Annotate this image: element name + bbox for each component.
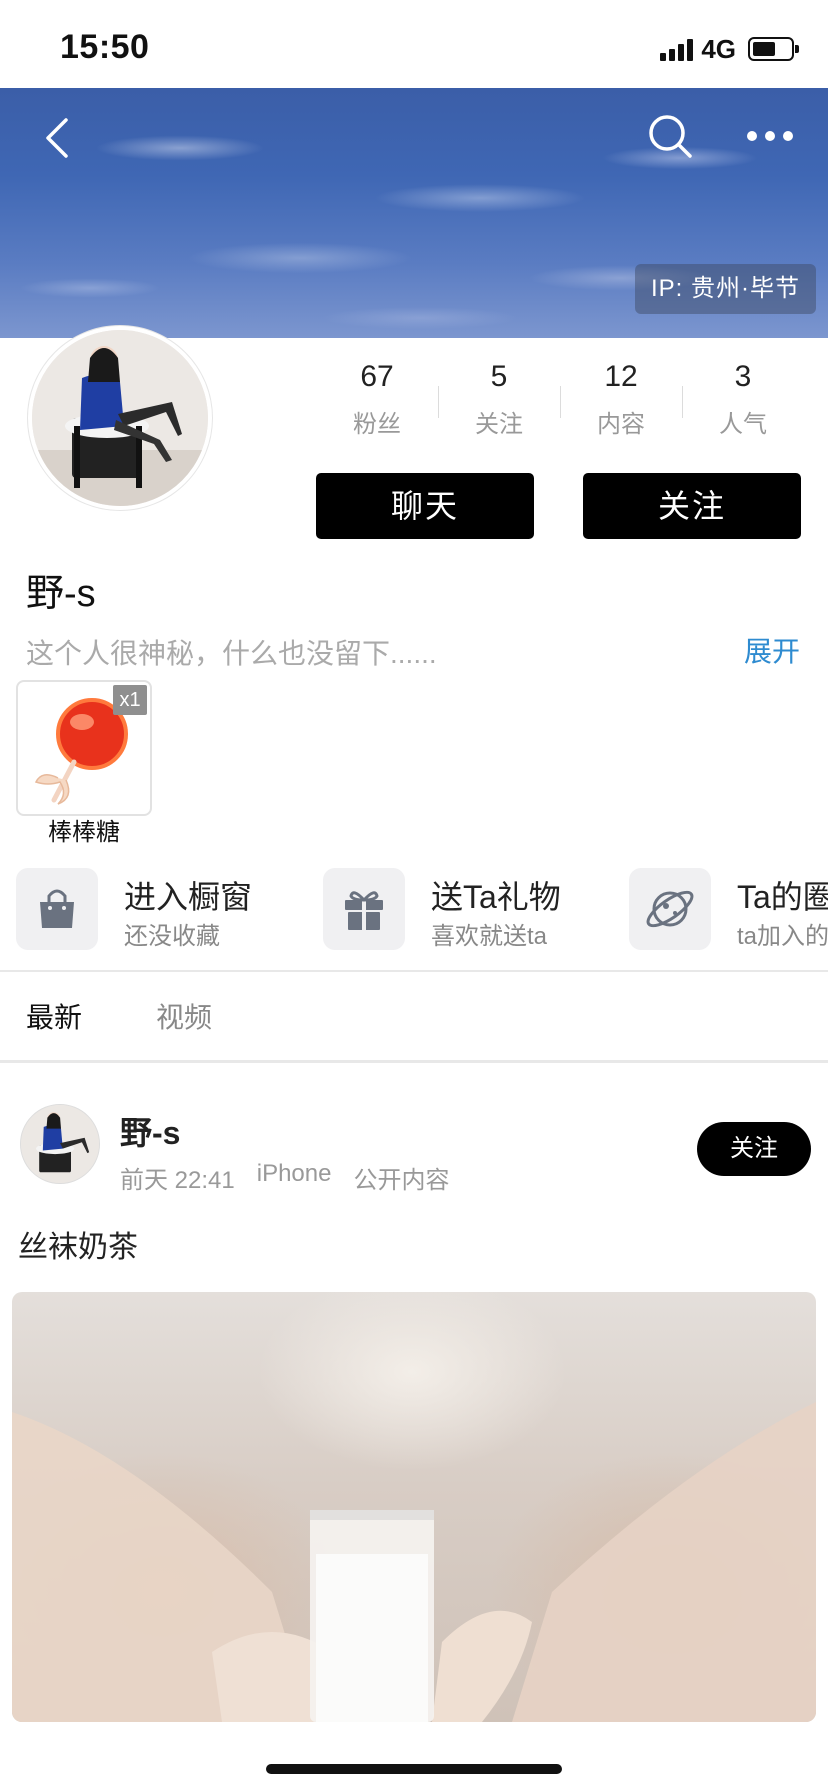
post-meta: 前天 22:41 iPhone 公开内容 bbox=[120, 1160, 449, 1195]
status-bar: 15:50 4G bbox=[0, 0, 828, 88]
battery-fill bbox=[753, 42, 775, 56]
feature-icon-box bbox=[629, 868, 711, 950]
stat-followers[interactable]: 67 粉丝 bbox=[316, 356, 438, 446]
feature-subtitle: 喜欢就送ta bbox=[431, 923, 548, 950]
stat-popularity[interactable]: 3 人气 bbox=[682, 356, 804, 446]
profile-stats: 67 粉丝 5 关注 12 内容 3 人气 bbox=[316, 356, 806, 446]
feature-showcase[interactable]: 进入橱窗 还没收藏 bbox=[16, 868, 306, 950]
feature-send-gift[interactable]: 送Ta礼物 喜欢就送ta bbox=[323, 868, 613, 950]
more-icon[interactable] bbox=[740, 106, 800, 166]
follow-button[interactable]: 关注 bbox=[583, 473, 801, 539]
search-icon[interactable] bbox=[640, 106, 700, 166]
feature-subtitle: ta加入的 bbox=[737, 923, 828, 950]
stat-following[interactable]: 5 关注 bbox=[438, 356, 560, 446]
stat-label: 粉丝 bbox=[353, 411, 401, 438]
stat-value: 5 bbox=[490, 360, 508, 393]
feature-title: 送Ta礼物 bbox=[431, 879, 561, 915]
stat-value: 67 bbox=[360, 360, 394, 393]
feature-subtitle: 还没收藏 bbox=[124, 923, 220, 950]
tab-latest[interactable]: 最新 bbox=[26, 996, 82, 1036]
shopping-bag-icon bbox=[40, 889, 74, 928]
stat-value: 12 bbox=[604, 360, 638, 393]
planet-icon bbox=[646, 890, 694, 928]
section-divider bbox=[0, 970, 828, 972]
tab-video[interactable]: 视频 bbox=[156, 996, 212, 1036]
stat-content[interactable]: 12 内容 bbox=[560, 356, 682, 446]
post-visibility: 公开内容 bbox=[353, 1167, 450, 1194]
post-text: 丝袜奶茶 bbox=[18, 1231, 138, 1264]
gift-count-badge: x1 bbox=[113, 685, 147, 715]
profile-banner: IP: 贵州·毕节 bbox=[0, 88, 828, 338]
post-author-name[interactable]: 野-s bbox=[120, 1108, 180, 1154]
chat-button[interactable]: 聊天 bbox=[316, 473, 534, 539]
home-indicator bbox=[266, 1764, 562, 1774]
post-photo bbox=[12, 1402, 816, 1722]
battery-icon bbox=[748, 37, 799, 61]
gift-card[interactable]: x1 bbox=[16, 680, 152, 816]
stat-label: 关注 bbox=[475, 411, 523, 438]
stat-value: 3 bbox=[734, 360, 752, 393]
feature-title: 进入橱窗 bbox=[124, 879, 253, 915]
post-image[interactable] bbox=[12, 1292, 816, 1722]
post-time: 前天 22:41 bbox=[120, 1167, 235, 1194]
post-device: iPhone bbox=[256, 1160, 332, 1187]
stat-label: 人气 bbox=[719, 411, 767, 438]
status-time: 15:50 bbox=[60, 28, 150, 66]
stat-label: 内容 bbox=[597, 411, 645, 438]
avatar-image bbox=[32, 330, 208, 506]
gift-icon bbox=[345, 891, 383, 930]
profile-username: 野-s bbox=[26, 573, 96, 615]
post-author-avatar[interactable] bbox=[20, 1104, 100, 1184]
profile-bio: 这个人很神秘，什么也没留下...... bbox=[26, 638, 437, 669]
gift-label: 棒棒糖 bbox=[48, 819, 120, 846]
feature-title: Ta的圈 bbox=[737, 879, 828, 915]
feature-icon-box bbox=[323, 868, 405, 950]
expand-bio-link[interactable]: 展开 bbox=[744, 630, 800, 670]
ip-location-badge: IP: 贵州·毕节 bbox=[634, 264, 816, 314]
post-follow-button[interactable]: 关注 bbox=[697, 1122, 811, 1176]
network-label: 4G bbox=[701, 33, 736, 64]
tabs-divider bbox=[0, 1060, 828, 1063]
feature-circles[interactable]: Ta的圈 ta加入的 bbox=[629, 868, 828, 950]
status-indicators: 4G bbox=[660, 33, 799, 64]
signal-icon bbox=[660, 37, 694, 61]
post-avatar-image bbox=[21, 1105, 99, 1183]
back-icon[interactable] bbox=[30, 108, 90, 168]
feature-icon-box bbox=[16, 868, 98, 950]
avatar[interactable] bbox=[28, 326, 212, 510]
